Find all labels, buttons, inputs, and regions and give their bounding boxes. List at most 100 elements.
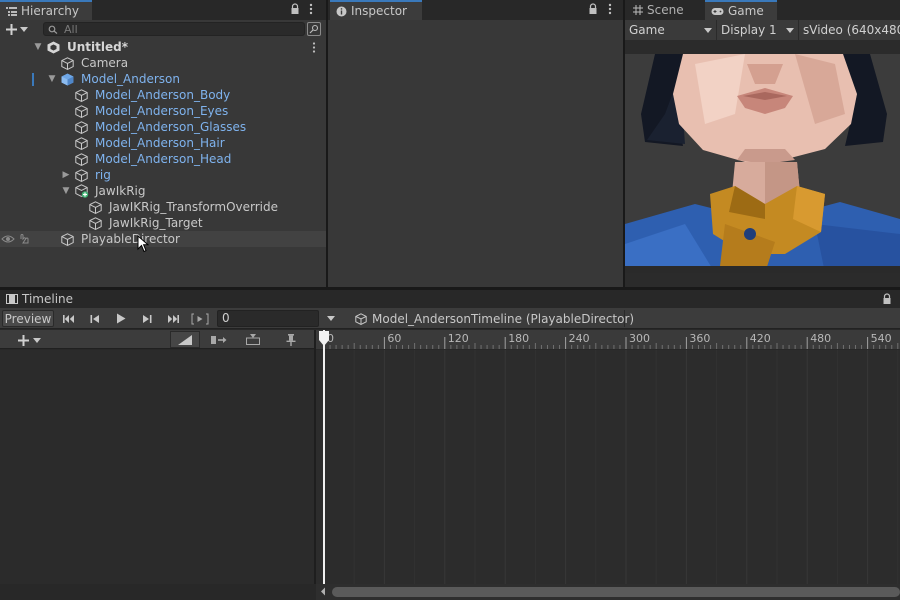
tab-game-label: Game xyxy=(728,4,764,18)
snap-button[interactable] xyxy=(281,332,301,347)
lock-icon[interactable] xyxy=(588,3,598,15)
search-placeholder: All xyxy=(64,22,78,36)
replace-mode-button[interactable] xyxy=(238,331,268,348)
timeline-gridlines xyxy=(323,350,899,584)
tree-item-label: JawIkRig xyxy=(95,184,146,198)
ruler-label: 420 xyxy=(749,332,771,345)
tree-item-rig[interactable]: ▶ rig xyxy=(0,167,326,183)
clip-area[interactable] xyxy=(316,350,900,584)
more-menu-icon[interactable] xyxy=(309,3,313,15)
expand-arrow-icon[interactable]: ▼ xyxy=(61,186,71,196)
add-dropdown-button[interactable] xyxy=(6,22,34,36)
expand-arrow-icon[interactable]: ▼ xyxy=(47,74,57,84)
game-render-view xyxy=(625,54,900,273)
tab-game[interactable]: Game xyxy=(705,0,777,20)
playhead-line[interactable] xyxy=(323,330,325,588)
preview-button[interactable]: Preview xyxy=(2,310,54,327)
ruler-label: 120 xyxy=(447,332,469,345)
gameobject-added-icon xyxy=(75,184,89,198)
ripple-mode-icon xyxy=(211,335,227,344)
ripple-mode-button[interactable] xyxy=(204,331,234,348)
pickable-hand-icon[interactable] xyxy=(18,233,30,245)
tree-item-label: PlayableDirector xyxy=(81,232,180,246)
add-track-button[interactable] xyxy=(18,333,48,347)
gameobject-icon xyxy=(61,232,74,246)
visibility-eye-icon[interactable] xyxy=(1,234,15,244)
tab-hierarchy[interactable]: Hierarchy xyxy=(0,0,92,20)
next-frame-button[interactable] xyxy=(137,310,157,327)
resolution-dropdown[interactable]: sVideo (640x480) xyxy=(799,20,900,40)
skip-start-icon xyxy=(63,314,74,323)
tree-item-label: Model_Anderson_Glasses xyxy=(95,120,247,134)
chevron-down-icon xyxy=(20,26,28,32)
display-dropdown[interactable]: Display 1 xyxy=(717,20,799,40)
tree-item-body[interactable]: Model_Anderson_Body xyxy=(0,87,326,103)
track-header-area[interactable] xyxy=(0,350,314,584)
current-frame-field[interactable]: 0 xyxy=(217,310,319,327)
override-marker xyxy=(32,73,34,86)
gameobject-icon xyxy=(75,88,88,102)
game-panel: Scene Game Game Display 1 sVideo (640x48… xyxy=(625,0,900,287)
timeline-selector-dropdown[interactable] xyxy=(324,310,338,327)
gameobject-icon xyxy=(75,152,88,166)
chevron-down-icon xyxy=(33,337,41,343)
step-back-icon xyxy=(90,314,99,323)
chevron-down-icon xyxy=(704,27,712,33)
clip-edit-mode-button[interactable] xyxy=(170,331,200,348)
lock-icon[interactable] xyxy=(290,3,300,15)
ruler-label: 240 xyxy=(568,332,590,345)
tree-item-jawikrig-target[interactable]: JawIkRig_Target xyxy=(0,215,326,231)
skip-end-icon xyxy=(168,314,179,323)
tree-item-label: Model_Anderson_Body xyxy=(95,88,231,102)
game-mode-dropdown[interactable]: Game xyxy=(625,20,717,40)
expand-arrow-icon[interactable]: ▼ xyxy=(33,42,43,52)
scene-row[interactable]: ▼ Untitled* xyxy=(0,39,326,55)
tab-scene[interactable]: Scene xyxy=(627,0,703,20)
scene-menu-icon[interactable] xyxy=(312,42,316,53)
timeline-asset-breadcrumb[interactable]: Model_AndersonTimeline (PlayableDirector… xyxy=(355,310,634,327)
timeline-asset-label: Model_AndersonTimeline (PlayableDirector… xyxy=(372,311,635,326)
tree-item-eyes[interactable]: Model_Anderson_Eyes xyxy=(0,103,326,119)
goto-end-button[interactable] xyxy=(163,310,183,327)
tree-item-transform-override[interactable]: JawIKRig_TransformOverride xyxy=(0,199,326,215)
expand-arrow-icon[interactable]: ▶ xyxy=(61,170,71,180)
play-button[interactable] xyxy=(111,310,131,327)
info-icon xyxy=(336,6,347,17)
timeline-panel: Timeline Preview 0 Model_AndersonTimelin… xyxy=(0,290,900,600)
tree-item-head[interactable]: Model_Anderson_Head xyxy=(0,151,326,167)
replace-mode-icon xyxy=(246,334,260,345)
tree-item-model-anderson[interactable]: ▼ Model_Anderson xyxy=(0,71,326,87)
ruler-label: 360 xyxy=(689,332,711,345)
inspector-tabbar: Inspector xyxy=(328,0,623,20)
tab-timeline-label: Timeline xyxy=(22,292,74,306)
search-field[interactable]: All xyxy=(43,22,305,36)
play-range-button[interactable] xyxy=(189,310,211,327)
goto-start-button[interactable] xyxy=(59,310,79,327)
tree-item-jawikrig[interactable]: ▼ JawIkRig xyxy=(0,183,326,199)
tab-timeline[interactable]: Timeline xyxy=(0,290,78,308)
plus-icon xyxy=(18,334,29,346)
time-ruler[interactable]: 0 60 120 180 240 300 360 420 480 540 xyxy=(316,330,900,349)
game-tabbar: Scene Game xyxy=(625,0,900,20)
tree-item-label: JawIkRig_Target xyxy=(109,216,203,230)
more-menu-icon[interactable] xyxy=(608,3,612,15)
scrollbar-thumb[interactable] xyxy=(332,587,900,597)
horizontal-scrollbar[interactable] xyxy=(316,584,900,600)
hierarchy-tabbar: Hierarchy xyxy=(0,0,326,20)
display-value: Display 1 xyxy=(721,23,777,37)
tree-item-playable-director[interactable]: PlayableDirector xyxy=(0,231,326,247)
letterbox-bottom xyxy=(625,273,900,287)
gamepad-icon xyxy=(711,7,724,16)
tab-inspector[interactable]: Inspector xyxy=(330,0,422,20)
gameobject-icon xyxy=(89,216,102,230)
playhead-handle[interactable] xyxy=(318,331,330,346)
prev-frame-button[interactable] xyxy=(85,310,105,327)
prefab-icon xyxy=(61,73,74,86)
lock-icon[interactable] xyxy=(882,293,892,305)
tree-item-hair[interactable]: Model_Anderson_Hair xyxy=(0,135,326,151)
scroll-left-arrow-icon[interactable] xyxy=(320,587,326,596)
search-icon xyxy=(48,25,58,34)
search-scene-button[interactable] xyxy=(307,22,321,36)
tree-item-glasses[interactable]: Model_Anderson_Glasses xyxy=(0,119,326,135)
tree-item-camera[interactable]: Camera xyxy=(0,55,326,71)
